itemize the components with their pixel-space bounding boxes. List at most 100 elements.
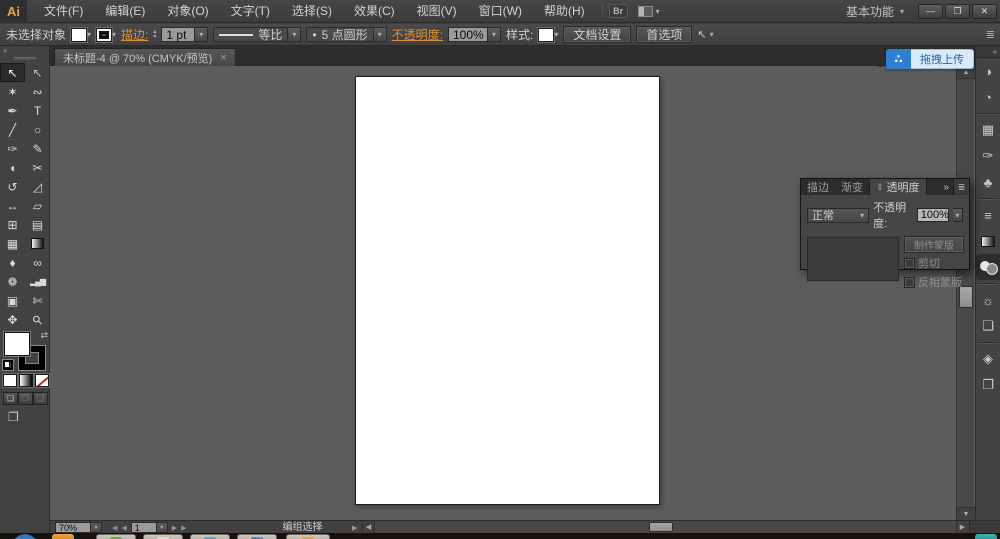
magic-wand-tool[interactable]: ✶ xyxy=(0,82,25,101)
width-profile-select[interactable]: 等比 xyxy=(213,27,288,42)
swatches-panel[interactable]: ▦ xyxy=(976,117,1000,143)
zoom-tool[interactable]: ⚲ xyxy=(25,310,50,329)
slice-tool[interactable]: ✄ xyxy=(25,291,50,310)
stroke-width-stepper[interactable]: ▴ ▾ xyxy=(153,30,156,40)
graphic-styles-panel[interactable]: ❏ xyxy=(976,313,1000,339)
pencil-tool[interactable]: ✎ xyxy=(25,139,50,158)
brushes-panel[interactable]: ✑ xyxy=(976,143,1000,169)
direct-selection-tool[interactable]: ↖ xyxy=(25,63,50,82)
artboard-number-dropdown[interactable]: ▾ xyxy=(157,522,168,533)
color-guide-panel[interactable]: ◔ xyxy=(976,84,1000,110)
preferences-button[interactable]: 首选项 xyxy=(636,26,692,43)
menu-item-view[interactable]: 视图(V) xyxy=(406,0,468,23)
prev-artboard-icon[interactable]: ◀ xyxy=(121,524,126,532)
menu-item-object[interactable]: 对象(O) xyxy=(156,0,219,23)
ellipse-tool[interactable]: ○ xyxy=(25,120,50,139)
taskbar-item[interactable] xyxy=(143,534,183,539)
width-tool[interactable]: ↔ xyxy=(0,196,25,215)
selection-tool[interactable]: ↖ xyxy=(0,63,25,82)
perspective-grid-tool[interactable]: ▤ xyxy=(25,215,50,234)
tab-gradient[interactable]: 渐变 xyxy=(835,179,869,195)
default-fill-stroke-icon[interactable] xyxy=(2,360,13,370)
gradient-tool[interactable] xyxy=(25,234,50,253)
status-flyout-icon[interactable]: ▶ xyxy=(352,524,357,532)
eyedropper-tool[interactable]: ♦ xyxy=(0,253,25,272)
tab-close-icon[interactable]: × xyxy=(220,52,226,64)
zoom-level-field[interactable]: 70% xyxy=(55,522,91,533)
mesh-tool[interactable]: ▦ xyxy=(0,234,25,253)
drag-upload-overlay[interactable]: ∴ 拖拽上传 ▲ xyxy=(886,49,974,69)
opacity-dropdown[interactable]: ▾ xyxy=(488,27,501,42)
color-panel[interactable]: ◑ xyxy=(976,58,1000,84)
fill-color-swatch[interactable] xyxy=(71,28,87,42)
column-graph-tool[interactable]: ▂▄▆ xyxy=(25,272,50,291)
pen-tool[interactable]: ✒ xyxy=(0,101,25,120)
taskbar-item[interactable] xyxy=(96,534,136,539)
swap-fill-stroke-icon[interactable]: ⇄ xyxy=(40,330,48,341)
menu-item-file[interactable]: 文件(F) xyxy=(33,0,94,23)
stepper-down-icon[interactable]: ▾ xyxy=(153,35,156,40)
style-caret-icon[interactable]: ▾ xyxy=(554,30,558,39)
none-button[interactable] xyxy=(35,374,49,387)
brush-definition-dropdown[interactable]: ▾ xyxy=(374,27,387,42)
blob-brush-tool[interactable]: ◖ xyxy=(0,158,25,177)
close-button[interactable]: ✕ xyxy=(972,4,997,19)
menu-item-select[interactable]: 选择(S) xyxy=(281,0,343,23)
panel-collapse-icon[interactable]: » xyxy=(939,179,953,195)
last-artboard-icon[interactable]: ▶ xyxy=(181,524,186,532)
scroll-down-icon[interactable]: ▼ xyxy=(957,507,975,520)
tab-transparency[interactable]: ⇕ 透明度 xyxy=(869,179,927,195)
hand-tool[interactable]: ✥ xyxy=(0,310,25,329)
gradient-panel[interactable] xyxy=(976,228,1000,254)
clip-checkbox[interactable] xyxy=(905,259,914,268)
opacity-field[interactable]: 100% xyxy=(448,27,488,42)
minimize-button[interactable]: — xyxy=(918,4,943,19)
menu-item-effect[interactable]: 效果(C) xyxy=(343,0,406,23)
invert-mask-checkbox[interactable] xyxy=(905,278,914,287)
fill-color-caret-icon[interactable]: ▾ xyxy=(87,30,91,39)
artboards-panel[interactable]: ❐ xyxy=(976,372,1000,398)
horizontal-scroll-thumb[interactable] xyxy=(649,522,673,532)
draw-behind-button[interactable]: ❐ xyxy=(18,392,33,405)
stroke-width-dropdown[interactable]: ▾ xyxy=(195,27,208,42)
menu-item-edit[interactable]: 编辑(E) xyxy=(94,0,156,23)
taskbar-item[interactable] xyxy=(286,534,330,539)
toolbar-grip[interactable] xyxy=(14,57,36,60)
opacity-panel-link[interactable]: 不透明度: xyxy=(392,26,443,43)
taskbar-item[interactable] xyxy=(190,534,230,539)
next-artboard-icon[interactable]: ▶ xyxy=(172,524,177,532)
vertical-scrollbar[interactable]: ▲ ▼ xyxy=(956,66,974,520)
toolbar-collapse-icon[interactable]: « xyxy=(3,46,7,56)
dock-expand-icon[interactable]: « xyxy=(993,47,997,56)
width-profile-dropdown[interactable]: ▾ xyxy=(288,27,301,42)
line-segment-tool[interactable]: ╱ xyxy=(0,120,25,139)
scissors-tool[interactable]: ✂ xyxy=(25,158,50,177)
type-tool[interactable]: T xyxy=(25,101,50,120)
stroke-panel[interactable]: ≡ xyxy=(976,202,1000,228)
shape-builder-tool[interactable]: ⊞ xyxy=(0,215,25,234)
workspace-switcher[interactable]: 基本功能 ▾ xyxy=(846,3,904,20)
panel-menu-icon[interactable]: ≣ xyxy=(953,179,969,195)
appearance-panel[interactable]: ☼ xyxy=(976,287,1000,313)
symbol-sprayer-tool[interactable]: ❁ xyxy=(0,272,25,291)
symbols-panel[interactable]: ♣ xyxy=(976,169,1000,195)
document-tab[interactable]: 未标题-4 @ 70% (CMYK/预览) × xyxy=(54,48,236,66)
first-artboard-icon[interactable]: ◀ xyxy=(112,524,117,532)
panel-opacity-field[interactable]: 100% xyxy=(917,208,949,222)
transparency-panel-button[interactable] xyxy=(976,254,1000,280)
select-similar-caret[interactable]: ▾ xyxy=(710,30,714,39)
blend-tool[interactable]: ∞ xyxy=(25,253,50,272)
draw-normal-button[interactable]: ❏ xyxy=(3,392,18,405)
draw-inside-button[interactable]: ❑ xyxy=(33,392,48,405)
taskbar-quicklaunch-icon[interactable] xyxy=(52,534,74,539)
blend-mode-select[interactable]: 正常 ▾ xyxy=(807,208,869,223)
taskbar-start-orb[interactable] xyxy=(12,534,38,539)
taskbar-tray-icon[interactable] xyxy=(975,534,997,539)
taskbar-item[interactable] xyxy=(237,534,277,539)
rotate-tool[interactable]: ↺ xyxy=(0,177,25,196)
fill-indicator[interactable] xyxy=(4,332,30,356)
change-screen-mode-icon[interactable]: ❐ xyxy=(0,410,50,424)
artboard-tool[interactable]: ▣ xyxy=(0,291,25,310)
bridge-button[interactable]: Br xyxy=(609,4,628,18)
zoom-level-dropdown[interactable]: ▾ xyxy=(91,522,102,533)
